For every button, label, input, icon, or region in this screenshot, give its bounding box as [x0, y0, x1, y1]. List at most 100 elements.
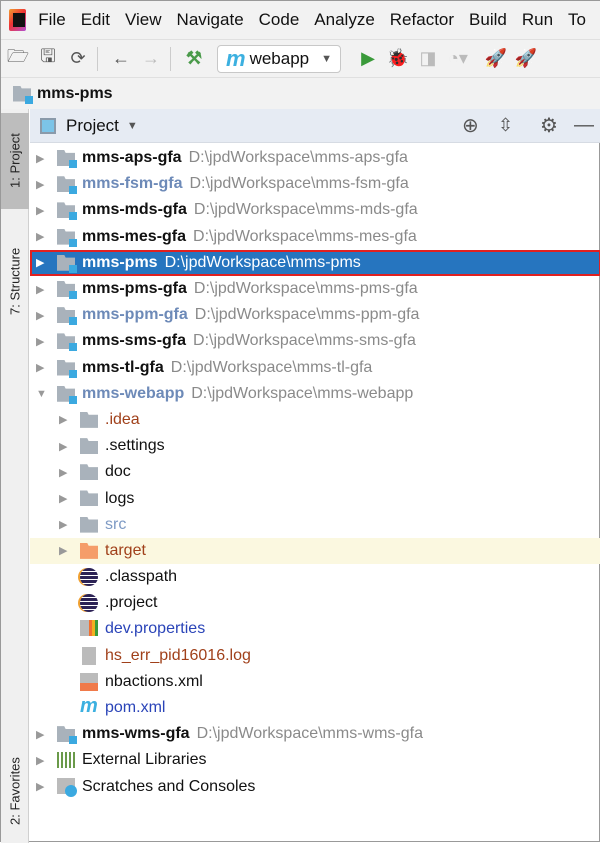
coverage-icon[interactable]: ◨ — [415, 48, 441, 69]
tree-row[interactable]: ▶ mms-mds-gfa D:\jpdWorkspace\mms-mds-gfa — [30, 197, 600, 223]
tree-row[interactable]: ▶ External Libraries — [30, 747, 600, 773]
menu-refactor[interactable]: Refactor — [390, 10, 454, 30]
tree-item-path: D:\jpdWorkspace\mms-pms — [164, 253, 361, 271]
open-folder-icon[interactable]: 🗁 — [5, 44, 31, 74]
tree-item-label: .settings — [105, 437, 165, 455]
run-configuration-label: webapp — [249, 48, 310, 68]
expand-right-icon[interactable]: ▶ — [36, 728, 44, 741]
tree-row[interactable]: hs_err_pid16016.log — [30, 643, 600, 669]
debug-bug-icon[interactable]: 🐞 — [385, 48, 411, 69]
expand-right-icon[interactable]: ▶ — [59, 440, 67, 453]
tab-project[interactable]: 1: Project — [1, 113, 29, 209]
menu-code[interactable]: Code — [259, 10, 300, 30]
menu-analyze[interactable]: Analyze — [314, 10, 374, 30]
tree-row[interactable]: ▶ mms-mes-gfa D:\jpdWorkspace\mms-mes-gfa — [30, 224, 600, 250]
menu-file[interactable]: File — [38, 10, 65, 30]
expand-down-icon[interactable]: ▼ — [36, 388, 47, 400]
tree-row[interactable]: dev.properties — [30, 616, 600, 642]
expand-right-icon[interactable]: ▶ — [59, 413, 67, 426]
project-view-selector[interactable]: Project — [66, 116, 119, 136]
expand-right-icon[interactable]: ▶ — [36, 178, 44, 191]
tree-row[interactable]: ▶ mms-pms-gfa D:\jpdWorkspace\mms-pms-gfa — [30, 276, 600, 302]
menu-view[interactable]: View — [125, 10, 162, 30]
deploy-rocket-icon[interactable]: 🚀 — [483, 48, 509, 69]
minimize-icon[interactable]: — — [574, 114, 594, 137]
tree-row[interactable]: ▶ src — [30, 512, 600, 538]
tree-row[interactable]: ▶ mms-fsm-gfa D:\jpdWorkspace\mms-fsm-gfa — [30, 171, 600, 197]
tree-item-label: mms-mds-gfa — [82, 201, 187, 219]
tree-item-label: mms-wms-gfa — [82, 725, 190, 743]
build-hammer-icon[interactable]: ⚒ — [181, 48, 207, 69]
expand-right-icon[interactable]: ▶ — [36, 335, 44, 348]
tree-row[interactable]: ▶ .idea — [30, 407, 600, 433]
breadcrumb-item[interactable]: mms-pms — [37, 85, 113, 103]
forward-arrow-icon[interactable]: → — [138, 48, 164, 69]
profile-icon[interactable]: ◔▾ — [445, 48, 471, 69]
tree-row[interactable]: ▶ .settings — [30, 433, 600, 459]
tab-structure[interactable]: 7: Structure — [1, 227, 29, 335]
menu-edit[interactable]: Edit — [81, 10, 110, 30]
tree-item-path: D:\jpdWorkspace\mms-tl-gfa — [170, 358, 373, 376]
tree-row[interactable]: .project — [30, 590, 600, 616]
tree-row[interactable]: m pom.xml — [30, 695, 600, 721]
deploy-debug-rocket-icon[interactable]: 🚀 — [513, 48, 539, 69]
run-icon[interactable]: ▶ — [355, 48, 381, 69]
menu-build[interactable]: Build — [469, 10, 507, 30]
expand-right-icon[interactable]: ▶ — [36, 361, 44, 374]
tab-favorites[interactable]: 2: Favorites — [1, 739, 29, 843]
menu-tools[interactable]: To — [568, 10, 586, 30]
expand-right-icon[interactable]: ▶ — [59, 544, 67, 557]
locate-target-icon[interactable]: ⊕ — [462, 113, 479, 138]
expand-right-icon[interactable]: ▶ — [59, 518, 67, 531]
menu-bar: File Edit View Navigate Code Analyze Ref… — [1, 1, 600, 39]
menu-navigate[interactable]: Navigate — [177, 10, 244, 30]
expand-right-icon[interactable]: ▶ — [36, 754, 44, 767]
tree-row[interactable]: ▼ mms-webapp D:\jpdWorkspace\mms-webapp — [30, 381, 600, 407]
tree-row[interactable]: ▶ mms-ppm-gfa D:\jpdWorkspace\mms-ppm-gfa — [30, 302, 600, 328]
tree-item-path: D:\jpdWorkspace\mms-wms-gfa — [196, 725, 423, 743]
expand-right-icon[interactable]: ▶ — [36, 152, 44, 165]
tree-item-label: .project — [105, 594, 158, 612]
collapse-all-icon[interactable]: ⇳ — [498, 115, 513, 136]
tab-project-label: 1: Project — [7, 133, 23, 189]
tree-item-label: logs — [105, 489, 135, 507]
expand-right-icon[interactable]: ▶ — [59, 492, 67, 505]
tree-row[interactable]: ▶ mms-wms-gfa D:\jpdWorkspace\mms-wms-gfa — [30, 721, 600, 747]
tree-item-label: hs_err_pid16016.log — [105, 646, 251, 664]
tree-row[interactable]: ▶ mms-sms-gfa D:\jpdWorkspace\mms-sms-gfa — [30, 328, 600, 354]
tree-item-label: mms-ppm-gfa — [82, 306, 188, 324]
toolbar: 🗁 🖫 ⟳ ← → ⚒ m webapp ▼ ▶ 🐞 ◨ ◔▾ 🚀 🚀 — [1, 39, 600, 77]
tree-row[interactable]: ▶ mms-pms D:\jpdWorkspace\mms-pms — [30, 249, 600, 276]
expand-right-icon[interactable]: ▶ — [36, 780, 44, 793]
menu-run[interactable]: Run — [522, 10, 553, 30]
tree-row[interactable]: ▶ target — [30, 537, 600, 564]
tree-row[interactable]: .classpath — [30, 564, 600, 590]
expand-right-icon[interactable]: ▶ — [36, 309, 44, 322]
expand-right-icon[interactable]: ▶ — [36, 204, 44, 217]
tree-item-label: nbactions.xml — [105, 672, 203, 690]
tree-row[interactable]: ▶ mms-aps-gfa D:\jpdWorkspace\mms-aps-gfa — [30, 145, 600, 171]
module-folder-icon — [13, 85, 33, 104]
save-icon[interactable]: 🖫 — [35, 44, 61, 74]
tree-row[interactable]: nbactions.xml — [30, 669, 600, 695]
tree-item-label: mms-webapp — [82, 384, 185, 402]
sync-icon[interactable]: ⟳ — [65, 48, 91, 69]
project-view-icon — [40, 117, 56, 134]
tree-row[interactable]: ▶ mms-tl-gfa D:\jpdWorkspace\mms-tl-gfa — [30, 355, 600, 381]
expand-right-icon[interactable]: ▶ — [36, 230, 44, 243]
expand-right-icon[interactable]: ▶ — [59, 466, 67, 479]
intellij-logo-icon — [9, 9, 27, 31]
tree-row[interactable]: ▶ doc — [30, 459, 600, 485]
tree-row[interactable]: ▶ Scratches and Consoles — [30, 774, 600, 800]
maven-m-icon: m — [226, 45, 246, 71]
expand-right-icon[interactable]: ▶ — [36, 283, 44, 296]
tree-item-label: mms-fsm-gfa — [82, 175, 183, 193]
expand-right-icon[interactable]: ▶ — [36, 256, 44, 269]
gear-icon[interactable]: ⚙ — [540, 113, 558, 138]
run-configuration-select[interactable]: m webapp ▼ — [217, 44, 342, 73]
chevron-down-icon[interactable]: ▼ — [127, 120, 138, 132]
back-arrow-icon[interactable]: ← — [108, 48, 134, 69]
tree-row[interactable]: ▶ logs — [30, 485, 600, 511]
chevron-down-icon: ▼ — [321, 52, 333, 65]
tree-item-label: mms-pms — [82, 253, 158, 271]
